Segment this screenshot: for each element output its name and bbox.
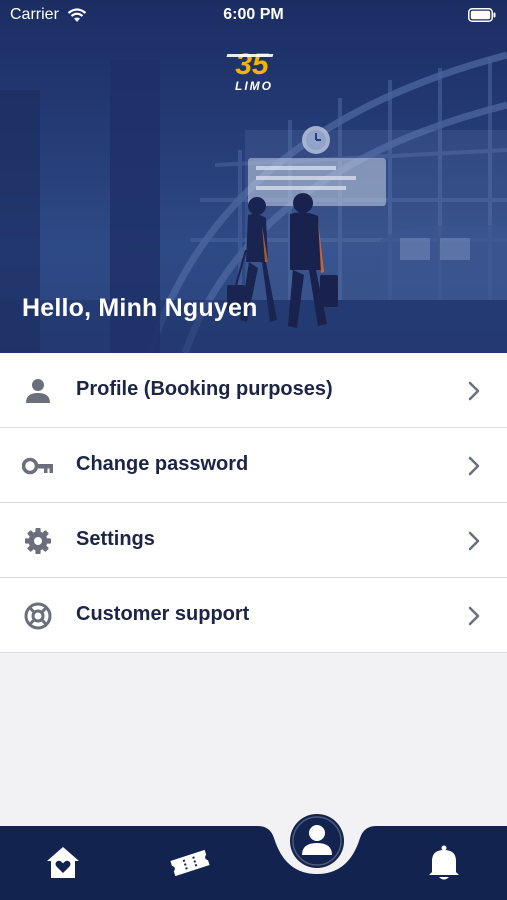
key-icon xyxy=(22,457,53,475)
greeting-title: Hello, Minh Nguyen xyxy=(22,294,258,322)
tab-tickets[interactable] xyxy=(168,846,212,885)
tab-account[interactable] xyxy=(289,813,345,874)
menu-item-label: Settings xyxy=(76,528,155,550)
logo-number: 35 xyxy=(235,48,270,81)
user-icon xyxy=(290,814,344,868)
chevron-right-icon xyxy=(468,381,480,401)
tab-notifications[interactable] xyxy=(426,844,462,887)
battery-icon xyxy=(468,8,496,22)
menu-item-profile[interactable]: Profile (Booking purposes) xyxy=(0,353,507,428)
person-icon xyxy=(26,379,50,403)
menu-item-change-password[interactable]: Change password xyxy=(0,428,507,503)
menu-item-label: Profile (Booking purposes) xyxy=(76,378,333,400)
menu-item-label: Change password xyxy=(76,453,249,475)
gear-icon xyxy=(25,528,51,554)
chevron-right-icon xyxy=(468,456,480,476)
menu-item-customer-support[interactable]: Customer support xyxy=(0,578,507,653)
chevron-right-icon xyxy=(468,531,480,551)
clock: 6:00 PM xyxy=(223,6,284,23)
logo-text: LIMO xyxy=(235,79,273,93)
account-menu: Profile (Booking purposes) Change passwo… xyxy=(0,353,507,653)
ticket-icon xyxy=(170,849,210,877)
tab-home[interactable] xyxy=(44,844,82,885)
menu-item-settings[interactable]: Settings xyxy=(0,503,507,578)
header-hero: Carrier 6:00 PM 35 LIMO Hello, Minh Nguy… xyxy=(0,0,507,353)
chevron-right-icon xyxy=(468,606,480,626)
bottom-tab-bar xyxy=(0,814,507,900)
lifebuoy-icon xyxy=(24,602,52,630)
menu-item-label: Customer support xyxy=(76,603,250,625)
bell-icon xyxy=(429,845,459,880)
home-heart-icon xyxy=(47,847,79,878)
brand-logo: 35 LIMO xyxy=(222,44,286,94)
status-bar: Carrier 6:00 PM xyxy=(0,0,507,32)
